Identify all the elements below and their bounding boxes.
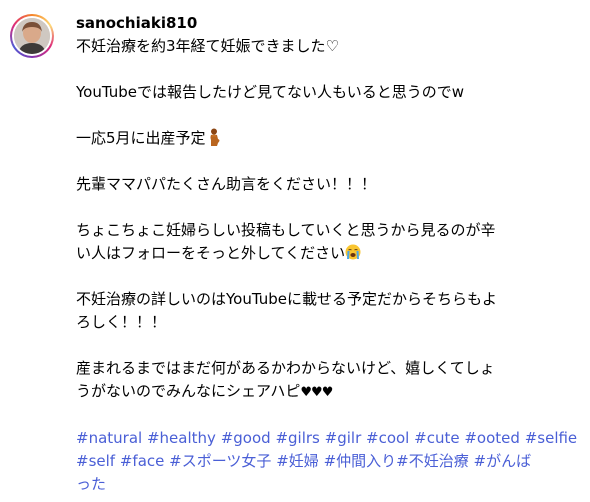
hashtag-row: った xyxy=(76,473,576,496)
hashtag-link[interactable]: #face xyxy=(120,452,165,470)
caption-line: 一応5月に出産予定 xyxy=(76,127,576,150)
hashtag-link[interactable]: #selfie xyxy=(525,429,577,447)
caption-line: い人はフォローをそっと外してください xyxy=(76,242,576,265)
hashtag-link[interactable]: #仲間入り xyxy=(324,452,397,470)
caption-line: うがないのでみんなにシェアハピ♥♥♥ xyxy=(76,380,576,404)
caption-line: 不妊治療を約3年経て妊娠できました♡ xyxy=(76,37,339,55)
hashtag-link[interactable]: #cool xyxy=(366,429,409,447)
caption-text: うがないのでみんなにシェアハピ xyxy=(76,382,301,400)
caption-line: 不妊治療の詳しいのはYouTubeに載せる予定だからそちらもよ xyxy=(76,290,497,308)
avatar-photo xyxy=(14,18,50,54)
hashtag-link[interactable]: #スポーツ女子 xyxy=(169,452,271,470)
hashtag-link[interactable]: #self xyxy=(76,452,115,470)
story-ring[interactable] xyxy=(10,14,54,58)
pregnant-woman-emoji-icon xyxy=(206,128,222,146)
hashtag-link[interactable]: #natural xyxy=(76,429,142,447)
caption-line: 先輩ママパパたくさん助言をください！！！ xyxy=(76,175,377,193)
hashtag-link[interactable]: #good xyxy=(221,429,271,447)
caption-line: ちょこちょこ妊婦らしい投稿もしていくと思うから見るのが辛 xyxy=(76,221,496,239)
hashtag-link[interactable]: #ooted xyxy=(464,429,520,447)
avatar-border xyxy=(12,16,52,56)
hashtag-link[interactable]: #不妊治療 xyxy=(396,452,469,470)
caption-text: い人はフォローをそっと外してください xyxy=(76,244,346,262)
hashtag-link[interactable]: #gilrs xyxy=(275,429,319,447)
caption-text: 一応5月に出産予定 xyxy=(76,129,206,147)
username-link[interactable]: sanochiaki810 xyxy=(76,13,576,33)
caption-body: sanochiaki810 不妊治療を約3年経て妊娠できました♡ YouTube… xyxy=(76,13,577,496)
hashtag-link[interactable]: #cute xyxy=(414,429,459,447)
hashtag-row: #self #face #スポーツ女子 #妊婦 #仲間入り#不妊治療 #がんば xyxy=(76,450,576,473)
hashtag-row: #natural #healthy #good #gilrs #gilr #co… xyxy=(76,427,577,450)
caption-line: YouTubeでは報告したけど見てない人もいると思うのでw xyxy=(76,83,464,101)
avatar[interactable] xyxy=(14,18,50,54)
crying-face-emoji-icon xyxy=(345,243,361,261)
hearts-text: ♥♥♥ xyxy=(300,385,333,400)
hashtag-link[interactable]: #gilr xyxy=(325,429,362,447)
caption-line: ろしく！！！ xyxy=(76,313,167,331)
post-caption: sanochiaki810 不妊治療を約3年経て妊娠できました♡ YouTube… xyxy=(0,0,590,502)
hashtag-link[interactable]: #healthy xyxy=(147,429,216,447)
hashtag-list: #natural #healthy #good #gilrs #gilr #co… xyxy=(76,427,577,496)
caption-line: 産まれるまではまだ何があるかわからないけど、嬉しくてしょ xyxy=(76,359,495,377)
hashtag-link[interactable]: #妊婦 xyxy=(276,452,319,470)
hashtag-link[interactable]: った xyxy=(76,475,106,493)
hashtag-link[interactable]: #がんば xyxy=(474,452,532,470)
